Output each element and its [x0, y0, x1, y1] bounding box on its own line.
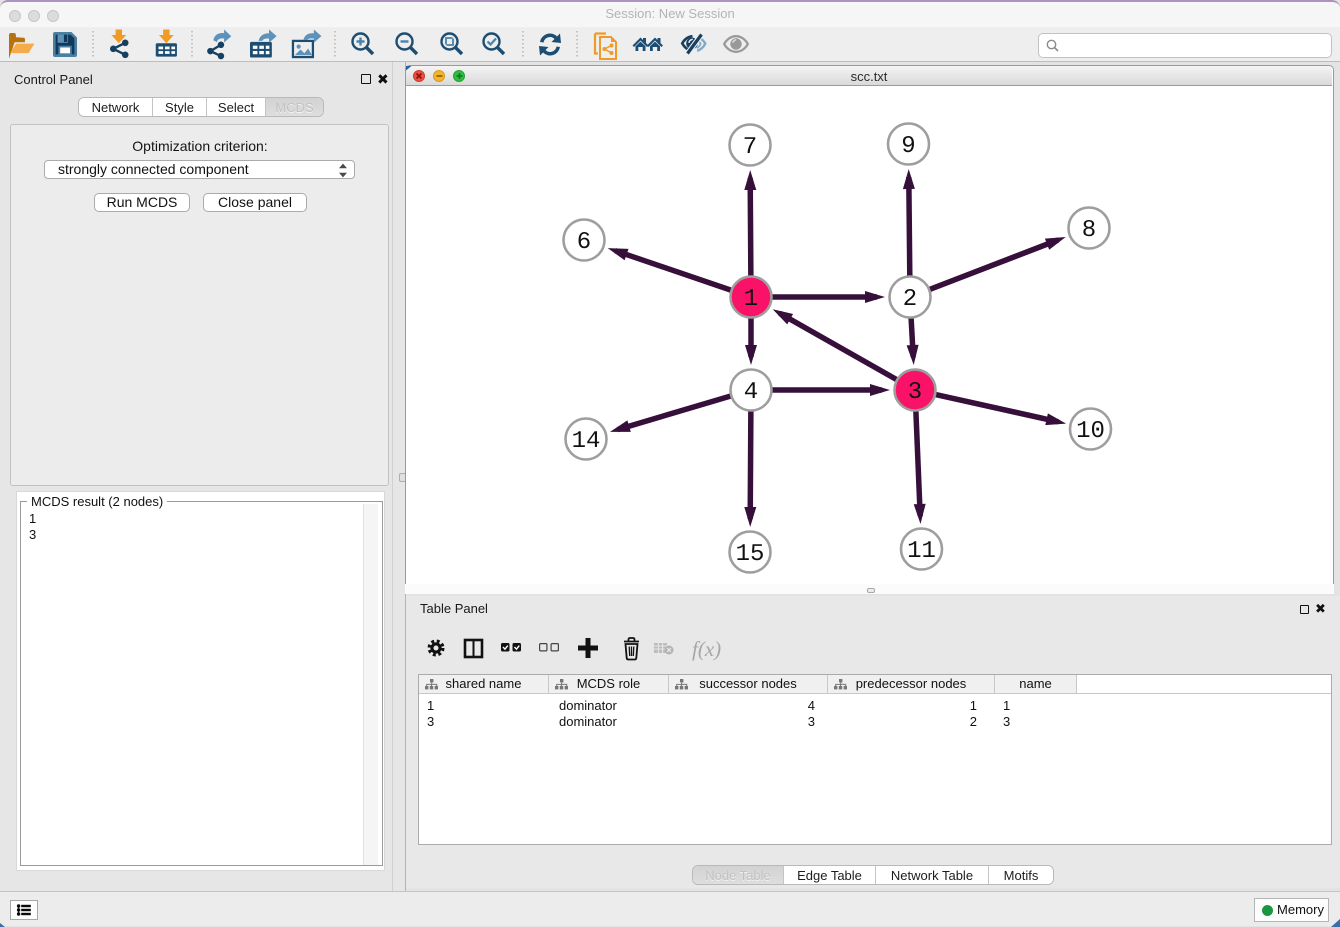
svg-text:6: 6 — [577, 229, 591, 256]
svg-text:1: 1 — [744, 286, 758, 313]
svg-text:3: 3 — [908, 379, 922, 406]
svg-text:7: 7 — [743, 134, 757, 161]
svg-text:10: 10 — [1076, 418, 1105, 445]
svg-text:8: 8 — [1082, 217, 1096, 244]
svg-text:14: 14 — [572, 428, 601, 455]
svg-text:2: 2 — [903, 286, 917, 313]
svg-text:9: 9 — [901, 133, 915, 160]
svg-text:f(x): f(x) — [692, 637, 721, 661]
svg-text:15: 15 — [736, 541, 765, 568]
svg-text:11: 11 — [907, 538, 936, 565]
svg-text:4: 4 — [744, 379, 758, 406]
